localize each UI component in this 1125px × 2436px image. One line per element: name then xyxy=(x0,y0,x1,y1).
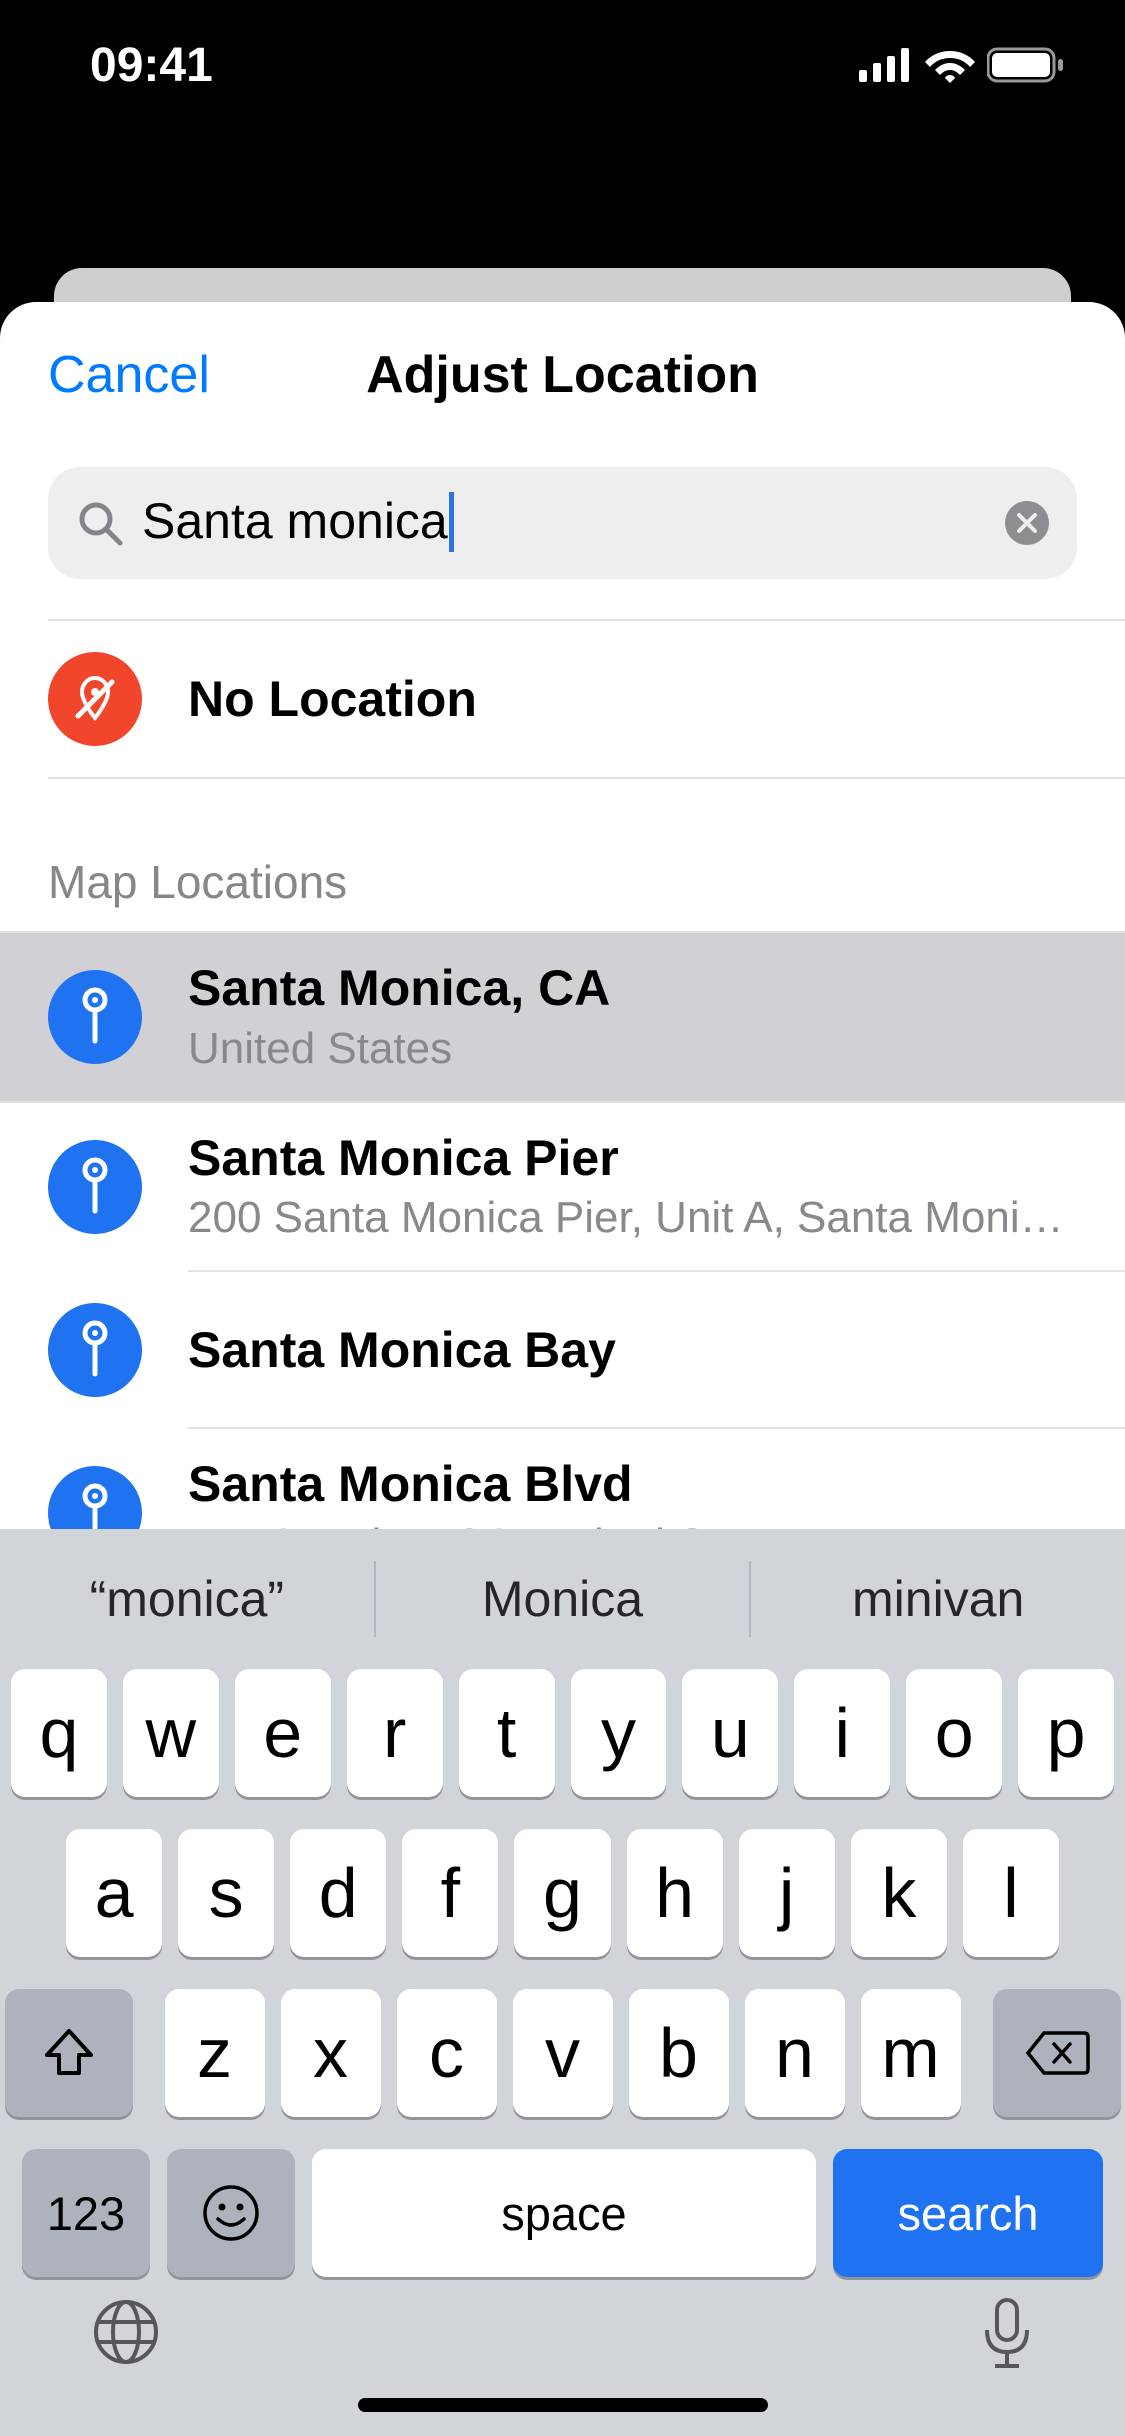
key-h[interactable]: h xyxy=(627,1829,723,1957)
key-c[interactable]: c xyxy=(397,1989,497,2117)
no-location-icon xyxy=(48,652,142,746)
key-f[interactable]: f xyxy=(402,1829,498,1957)
battery-icon xyxy=(987,47,1065,83)
modal-sheet: Cancel Adjust Location Santa monica No L… xyxy=(0,302,1125,2436)
result-text: Santa Monica Pier 200 Santa Monica Pier,… xyxy=(188,1127,1077,1247)
key-z[interactable]: z xyxy=(165,1989,265,2117)
suggestion-1[interactable]: “monica” xyxy=(0,1570,374,1628)
key-y[interactable]: y xyxy=(571,1669,667,1797)
suggestion-2[interactable]: Monica xyxy=(376,1570,750,1628)
close-icon xyxy=(1016,512,1038,534)
result-text: Santa Monica Bay xyxy=(188,1319,1077,1382)
key-v[interactable]: v xyxy=(513,1989,613,2117)
search-value: Santa monica xyxy=(142,492,987,555)
key-e[interactable]: e xyxy=(235,1669,331,1797)
search-icon xyxy=(76,499,124,547)
emoji-icon xyxy=(201,2183,261,2243)
key-q[interactable]: q xyxy=(11,1669,107,1797)
backspace-key[interactable] xyxy=(993,1989,1121,2117)
emoji-key[interactable] xyxy=(167,2149,295,2277)
home-indicator[interactable] xyxy=(358,2398,768,2412)
key-d[interactable]: d xyxy=(290,1829,386,1957)
no-location-label: No Location xyxy=(188,670,477,728)
shift-icon xyxy=(41,2025,97,2081)
result-title: Santa Monica, CA xyxy=(188,957,1077,1020)
space-key[interactable]: space xyxy=(312,2149,816,2277)
wifi-icon xyxy=(925,47,975,83)
location-result[interactable]: Santa Monica Pier 200 Santa Monica Pier,… xyxy=(0,1103,1125,1271)
key-i[interactable]: i xyxy=(794,1669,890,1797)
key-u[interactable]: u xyxy=(682,1669,778,1797)
result-subtitle: United States xyxy=(188,1020,1077,1077)
key-x[interactable]: x xyxy=(281,1989,381,2117)
key-s[interactable]: s xyxy=(178,1829,274,1957)
no-location-row[interactable]: No Location xyxy=(0,621,1125,777)
key-o[interactable]: o xyxy=(906,1669,1002,1797)
key-g[interactable]: g xyxy=(514,1829,610,1957)
clear-search-button[interactable] xyxy=(1005,501,1049,545)
result-title: Santa Monica Blvd xyxy=(188,1453,1077,1516)
globe-icon[interactable] xyxy=(90,2296,162,2368)
suggestion-bar: “monica” Monica minivan xyxy=(0,1529,1125,1669)
result-title: Santa Monica Bay xyxy=(188,1319,1077,1382)
search-container: Santa monica xyxy=(0,447,1125,619)
keyboard: “monica” Monica minivan qwertyuiop asdfg… xyxy=(0,1529,1125,2436)
key-r[interactable]: r xyxy=(347,1669,443,1797)
result-text: Santa Monica, CA United States xyxy=(188,957,1077,1077)
location-result[interactable]: Santa Monica, CA United States xyxy=(0,933,1125,1101)
numbers-key[interactable]: 123 xyxy=(22,2149,150,2277)
result-title: Santa Monica Pier xyxy=(188,1127,1077,1190)
section-header: Map Locations xyxy=(0,779,1125,931)
status-bar: 09:41 xyxy=(0,0,1125,140)
key-t[interactable]: t xyxy=(459,1669,555,1797)
pin-icon xyxy=(48,970,142,1064)
location-result[interactable]: Santa Monica Bay xyxy=(0,1272,1125,1427)
result-subtitle: 200 Santa Monica Pier, Unit A, Santa Mon… xyxy=(188,1189,1077,1246)
pin-icon xyxy=(48,1303,142,1397)
shift-key[interactable] xyxy=(5,1989,133,2117)
search-key[interactable]: search xyxy=(833,2149,1103,2277)
suggestion-3[interactable]: minivan xyxy=(751,1570,1125,1628)
key-j[interactable]: j xyxy=(739,1829,835,1957)
nav-bar: Cancel Adjust Location xyxy=(0,302,1125,447)
key-b[interactable]: b xyxy=(629,1989,729,2117)
backspace-icon xyxy=(1024,2029,1090,2077)
key-k[interactable]: k xyxy=(851,1829,947,1957)
cellular-icon xyxy=(859,48,913,82)
results-list: Santa Monica, CA United States Santa Mon… xyxy=(0,931,1125,1599)
key-n[interactable]: n xyxy=(745,1989,845,2117)
key-m[interactable]: m xyxy=(861,1989,961,2117)
search-input[interactable]: Santa monica xyxy=(48,467,1077,579)
pin-icon xyxy=(48,1140,142,1234)
status-icons xyxy=(859,47,1065,83)
mic-icon[interactable] xyxy=(979,2296,1035,2374)
cancel-button[interactable]: Cancel xyxy=(48,345,210,405)
key-p[interactable]: p xyxy=(1018,1669,1114,1797)
text-cursor xyxy=(449,492,454,552)
status-time: 09:41 xyxy=(90,38,213,93)
key-w[interactable]: w xyxy=(123,1669,219,1797)
key-a[interactable]: a xyxy=(66,1829,162,1957)
key-l[interactable]: l xyxy=(963,1829,1059,1957)
